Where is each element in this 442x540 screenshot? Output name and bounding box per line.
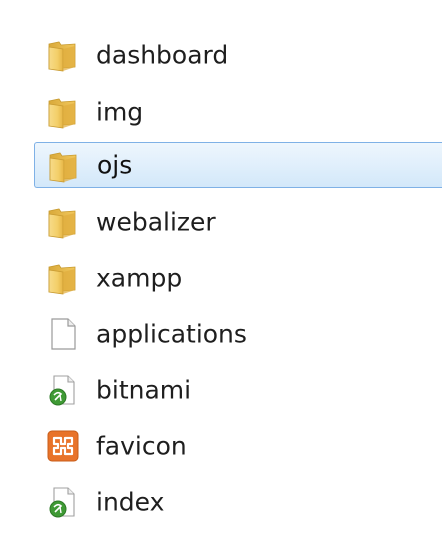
web-document-icon	[46, 373, 80, 407]
file-item-bitnami[interactable]: bitnami	[34, 367, 442, 413]
file-name: webalizer	[96, 207, 216, 237]
xampp-icon	[46, 429, 80, 463]
folder-icon	[46, 95, 80, 129]
file-item-applications[interactable]: applications	[34, 311, 442, 357]
file-name: bitnami	[96, 375, 192, 405]
folder-icon	[46, 261, 80, 295]
file-list: dashboard img ojs webalizer xampp applic…	[0, 0, 442, 540]
file-item-index[interactable]: index	[34, 479, 442, 525]
file-item-dashboard[interactable]: dashboard	[34, 32, 442, 78]
file-name: index	[96, 487, 165, 517]
folder-icon	[46, 205, 80, 239]
file-item-favicon[interactable]: favicon	[34, 423, 442, 469]
file-name: applications	[96, 319, 247, 349]
file-name: favicon	[96, 431, 187, 461]
folder-icon	[47, 149, 81, 183]
file-name: xampp	[96, 263, 183, 293]
file-item-xampp[interactable]: xampp	[34, 255, 442, 301]
file-name: dashboard	[96, 40, 229, 70]
web-document-icon	[46, 485, 80, 519]
file-name: img	[96, 97, 144, 127]
file-item-webalizer[interactable]: webalizer	[34, 199, 442, 245]
folder-icon	[46, 38, 80, 72]
file-name: ojs	[97, 150, 133, 180]
blank-file-icon	[46, 317, 80, 351]
file-item-ojs[interactable]: ojs	[34, 142, 442, 188]
file-item-img[interactable]: img	[34, 89, 442, 135]
